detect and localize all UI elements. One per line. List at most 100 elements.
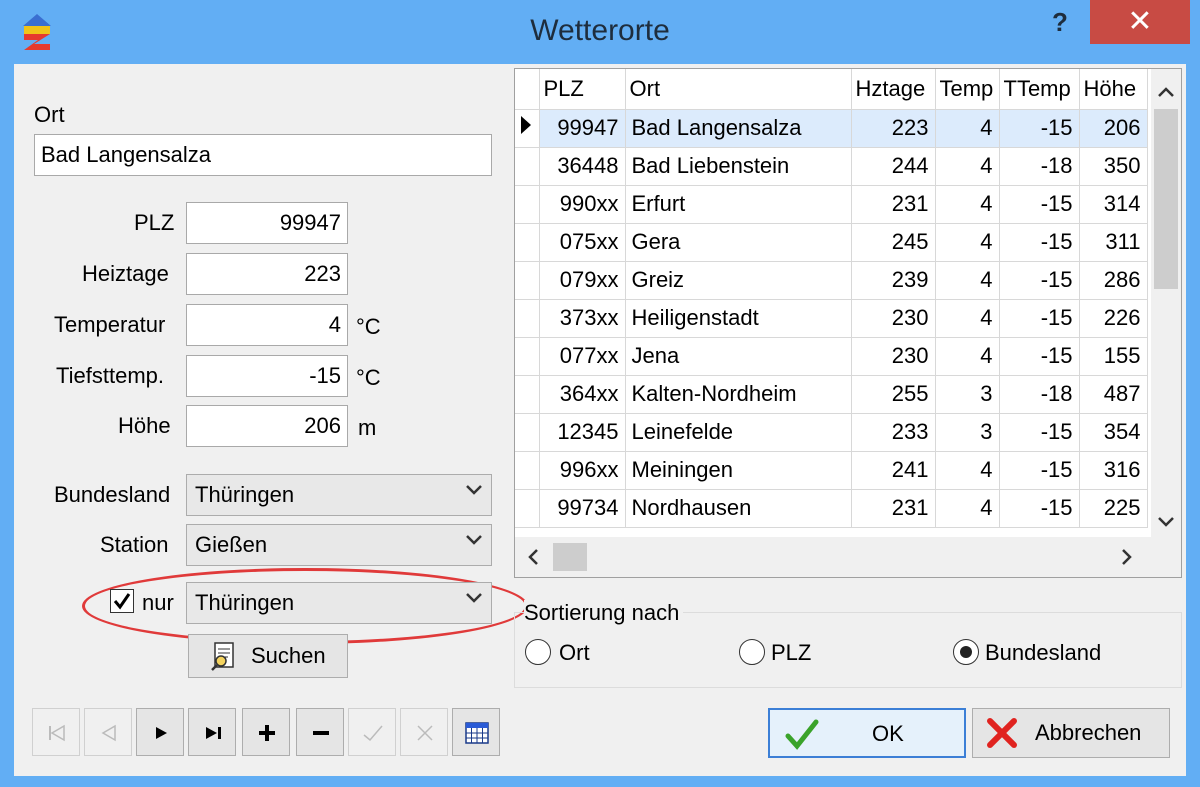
table-cell[interactable]: 230 (851, 299, 936, 338)
table-row[interactable]: 364xx Kalten-Nordheim 255 3 -18 487 (515, 375, 1148, 414)
table-cell[interactable]: 286 (1079, 261, 1148, 300)
vertical-scrollbar[interactable] (1151, 69, 1181, 539)
table-cell[interactable]: 075xx (539, 223, 626, 262)
table-cell[interactable]: Leinefelde (625, 413, 852, 452)
table-row[interactable]: 079xx Greiz 239 4 -15 286 (515, 261, 1148, 300)
table-cell[interactable]: 373xx (539, 299, 626, 338)
table-cell[interactable]: -18 (999, 375, 1080, 414)
table-cell[interactable]: 314 (1079, 185, 1148, 224)
table-cell[interactable]: 4 (935, 451, 1000, 490)
table-row[interactable]: 996xx Meiningen 241 4 -15 316 (515, 451, 1148, 490)
cancel-button[interactable]: Abbrechen (972, 708, 1170, 758)
table-cell[interactable]: 255 (851, 375, 936, 414)
chevron-down-icon[interactable] (1151, 507, 1181, 537)
hoehe-input[interactable]: 206 (186, 405, 348, 447)
chevron-up-icon[interactable] (1151, 77, 1181, 107)
chevron-right-icon[interactable] (1111, 537, 1141, 577)
column-header[interactable]: TTemp (999, 69, 1080, 110)
table-cell[interactable]: 225 (1079, 489, 1148, 528)
table-cell[interactable]: 487 (1079, 375, 1148, 414)
table-cell[interactable]: 354 (1079, 413, 1148, 452)
table-row[interactable]: 077xx Jena 230 4 -15 155 (515, 337, 1148, 376)
table-cell[interactable]: Jena (625, 337, 852, 376)
table-cell[interactable]: 99734 (539, 489, 626, 528)
ok-button[interactable]: OK (768, 708, 966, 758)
nav-last-button[interactable] (188, 708, 236, 756)
table-cell[interactable]: -15 (999, 261, 1080, 300)
table-cell[interactable]: 4 (935, 109, 1000, 148)
table-cell[interactable]: 316 (1079, 451, 1148, 490)
table-cell[interactable]: 350 (1079, 147, 1148, 186)
table-cell[interactable]: 3 (935, 413, 1000, 452)
nav-prior-button[interactable] (84, 708, 132, 756)
table-row[interactable]: 075xx Gera 245 4 -15 311 (515, 223, 1148, 262)
table-cell[interactable]: 4 (935, 185, 1000, 224)
temperatur-input[interactable]: 4 (186, 304, 348, 346)
table-cell[interactable]: 4 (935, 489, 1000, 528)
table-row[interactable]: 990xx Erfurt 231 4 -15 314 (515, 185, 1148, 224)
nav-delete-button[interactable] (296, 708, 344, 756)
table-cell[interactable]: 12345 (539, 413, 626, 452)
table-cell[interactable]: 36448 (539, 147, 626, 186)
table-cell[interactable]: 233 (851, 413, 936, 452)
station-select[interactable]: Gießen (186, 524, 492, 566)
table-cell[interactable]: Greiz (625, 261, 852, 300)
column-header[interactable]: Temp (935, 69, 1000, 110)
table-row[interactable]: 99947 Bad Langensalza 223 4 -15 206 (515, 109, 1148, 148)
search-button[interactable]: Suchen (188, 634, 348, 678)
table-cell[interactable]: -15 (999, 109, 1080, 148)
nav-first-button[interactable] (32, 708, 80, 756)
table-cell[interactable]: -15 (999, 223, 1080, 262)
table-row[interactable]: 12345 Leinefelde 233 3 -15 354 (515, 413, 1148, 452)
table-cell[interactable]: Nordhausen (625, 489, 852, 528)
column-header[interactable]: Hztage (851, 69, 936, 110)
table-cell[interactable]: 155 (1079, 337, 1148, 376)
table-cell[interactable]: 4 (935, 147, 1000, 186)
column-header[interactable]: Ort (625, 69, 852, 110)
table-cell[interactable]: 239 (851, 261, 936, 300)
nav-cancel-button[interactable] (400, 708, 448, 756)
table-row[interactable]: 99734 Nordhausen 231 4 -15 225 (515, 489, 1148, 528)
table-cell[interactable]: -15 (999, 413, 1080, 452)
table-cell[interactable]: 077xx (539, 337, 626, 376)
table-cell[interactable]: 364xx (539, 375, 626, 414)
close-button[interactable]: ✕ (1090, 0, 1190, 44)
table-cell[interactable]: -15 (999, 489, 1080, 528)
help-button[interactable]: ? (1034, 4, 1086, 44)
table-cell[interactable]: -18 (999, 147, 1080, 186)
table-cell[interactable]: 244 (851, 147, 936, 186)
table-cell[interactable]: 226 (1079, 299, 1148, 338)
vertical-scroll-thumb[interactable] (1154, 109, 1178, 289)
nav-refresh-button[interactable] (452, 708, 500, 756)
table-cell[interactable]: 990xx (539, 185, 626, 224)
heiztage-input[interactable]: 223 (186, 253, 348, 295)
table-cell[interactable]: 4 (935, 299, 1000, 338)
tiefsttemp-input[interactable]: -15 (186, 355, 348, 397)
table-cell[interactable]: 231 (851, 185, 936, 224)
filter-checkbox[interactable] (110, 589, 134, 613)
table-cell[interactable]: -15 (999, 185, 1080, 224)
table-cell[interactable]: Heiligenstadt (625, 299, 852, 338)
sort-ort-radio[interactable] (525, 639, 551, 665)
nav-post-button[interactable] (348, 708, 396, 756)
chevron-left-icon[interactable] (519, 537, 549, 577)
table-cell[interactable]: 206 (1079, 109, 1148, 148)
sort-bundesland-radio[interactable] (953, 639, 979, 665)
table-cell[interactable]: 4 (935, 261, 1000, 300)
table-cell[interactable]: Erfurt (625, 185, 852, 224)
horizontal-scrollbar[interactable] (515, 537, 1181, 577)
title-bar[interactable]: Wetterorte ? ✕ (0, 0, 1200, 64)
table-cell[interactable]: 311 (1079, 223, 1148, 262)
nav-insert-button[interactable] (242, 708, 290, 756)
table-cell[interactable]: 4 (935, 223, 1000, 262)
column-header[interactable]: PLZ (539, 69, 626, 110)
sort-plz-radio[interactable] (739, 639, 765, 665)
table-cell[interactable]: 223 (851, 109, 936, 148)
table-row[interactable]: 373xx Heiligenstadt 230 4 -15 226 (515, 299, 1148, 338)
table-cell[interactable]: -15 (999, 451, 1080, 490)
column-header[interactable]: Höhe (1079, 69, 1148, 110)
plz-input[interactable]: 99947 (186, 202, 348, 244)
table-cell[interactable]: -15 (999, 337, 1080, 376)
table-cell[interactable]: Bad Langensalza (625, 109, 852, 148)
table-cell[interactable]: 231 (851, 489, 936, 528)
